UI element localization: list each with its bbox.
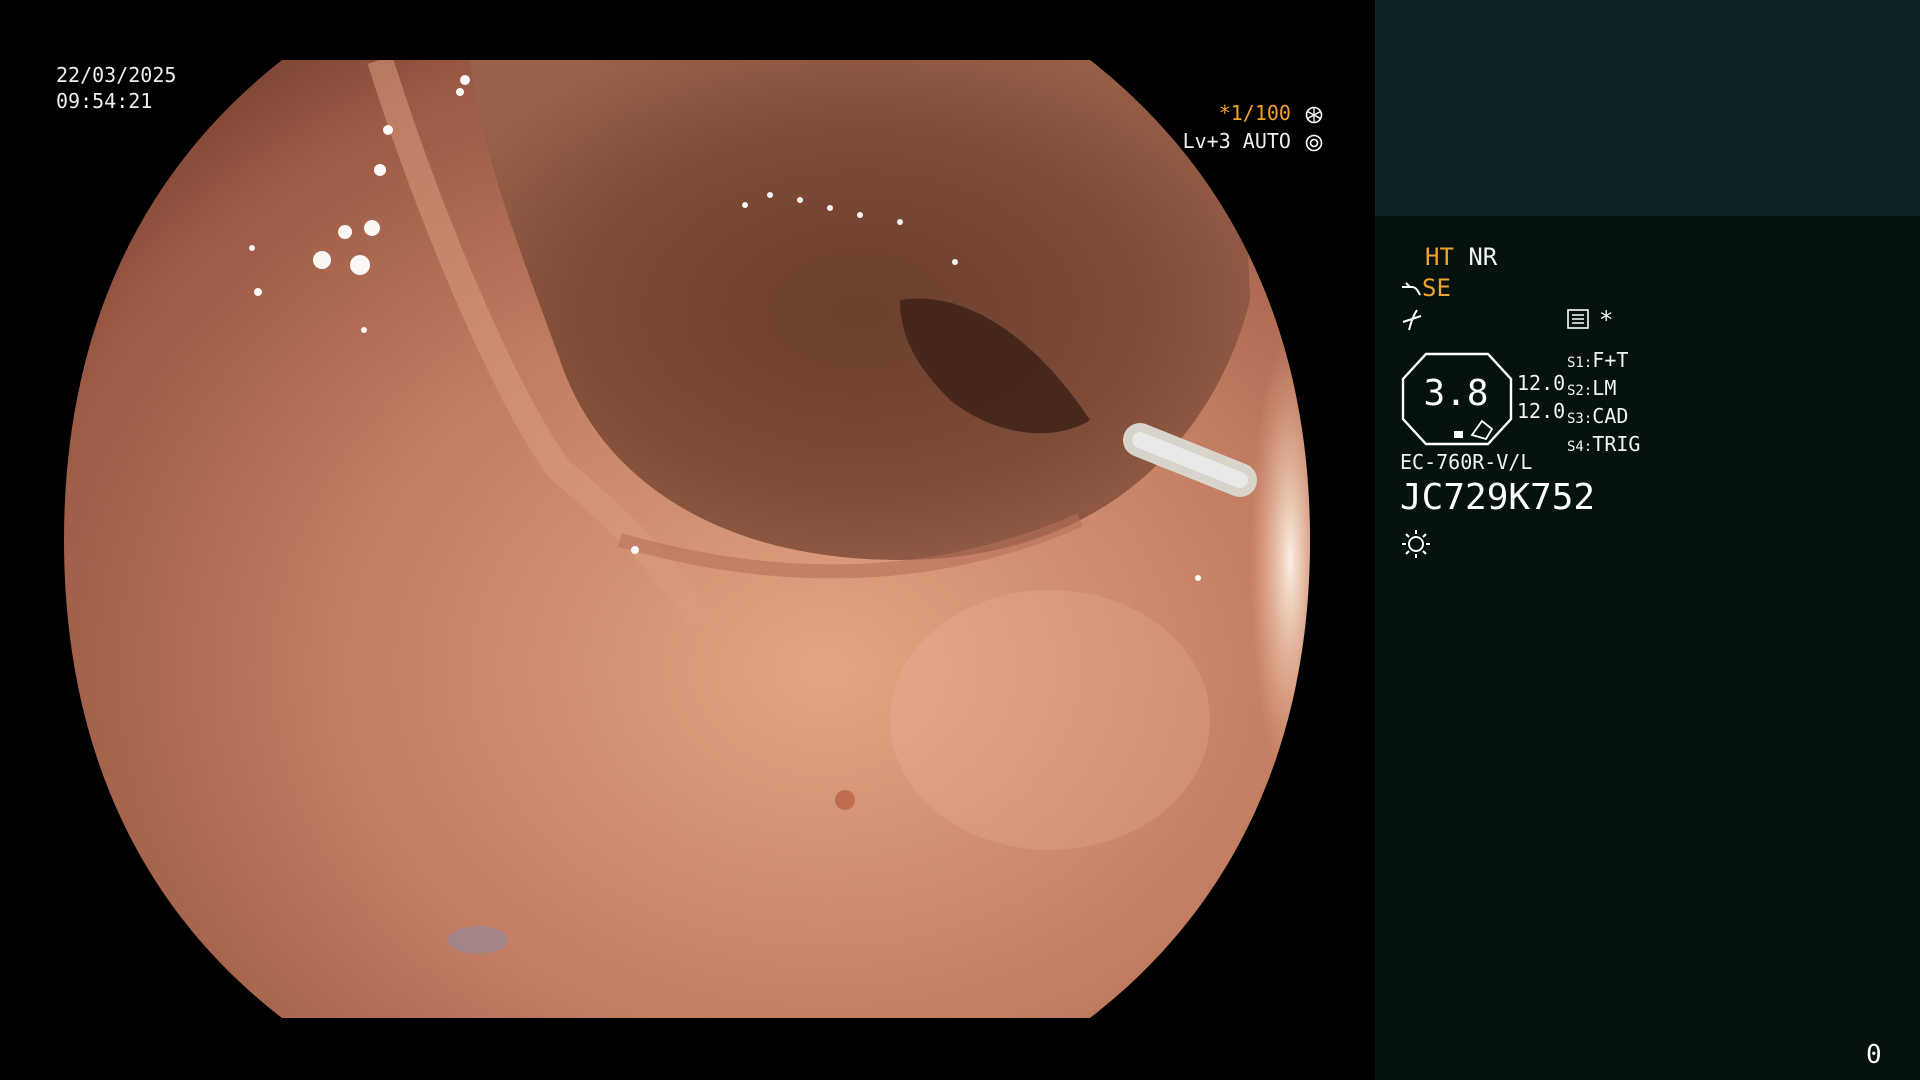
date-time-display: 22/03/2025 09:54:21 <box>56 62 176 114</box>
value-1-text: 12.0 <box>1517 371 1566 395</box>
switch-s3: S3:CAD <box>1567 404 1629 428</box>
switch-list: S1:F+T S2:LM S3:CAD S4:TRIG <box>1567 348 1640 460</box>
scope-model-text: EC-760R-V/L <box>1400 450 1533 474</box>
shutter-speed-text: 1/100 <box>1230 101 1291 125</box>
mode-ht-label: HT <box>1425 243 1454 271</box>
shutter-marker: * <box>1218 101 1231 125</box>
endoscope-video-area: 22/03/2025 09:54:21 *1/100 Lv+3 AUTO <box>0 0 1375 1080</box>
switch-s4: S4:TRIG <box>1567 432 1641 456</box>
frame-counter: 0 <box>1866 1040 1882 1070</box>
gauge-value: 3.8 <box>1423 373 1489 414</box>
mode-se-label: SE <box>1422 274 1451 302</box>
endoscope-view-image <box>64 60 1310 1018</box>
info-panel: HT NR SE * 3.8 12.0 12.0 S1:F+T S2:LM S3… <box>1375 216 1920 1080</box>
panel-asterisk: * <box>1599 306 1614 334</box>
shutter-info: *1/100 Lv+3 AUTO <box>1183 99 1323 155</box>
shutter-icon <box>1305 106 1323 123</box>
scope-bend-icon <box>1402 282 1421 296</box>
date-text: 22/03/2025 <box>56 63 177 87</box>
switch-s2: S2:LM <box>1567 376 1617 400</box>
scope-serial-text: JC729K752 <box>1400 477 1596 518</box>
time-text: 09:54:21 <box>56 89 153 113</box>
light-level-text: Lv+3 AUTO <box>1182 129 1291 153</box>
switch-s1: S1:F+T <box>1567 348 1629 372</box>
iris-icon <box>1305 134 1323 151</box>
value-2-text: 12.0 <box>1517 399 1566 423</box>
menu-card-icon <box>1567 309 1589 329</box>
mode-nr-label: NR <box>1468 243 1498 271</box>
info-panel-header <box>1375 0 1920 216</box>
brightness-icon <box>1402 530 1430 558</box>
flex-icon <box>1402 309 1422 331</box>
